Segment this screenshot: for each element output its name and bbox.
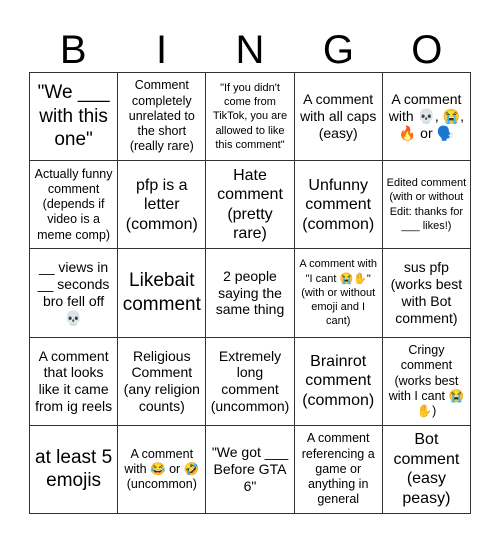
cell-text: A comment with 💀, 😭, 🔥 or 🗣️ [388, 91, 465, 141]
header-letter-n: N [235, 28, 265, 72]
bingo-cell[interactable]: "If you didn't come from TikTok, you are… [206, 73, 295, 162]
bingo-cell[interactable]: Brainrot comment (common) [294, 337, 383, 426]
header-letter-i: I [156, 28, 168, 72]
bingo-cell[interactable]: A comment with "I cant 😭✋" (with or with… [294, 249, 383, 338]
cell-text: A comment that looks like it came from i… [35, 347, 113, 414]
header-letter-g: G [322, 28, 354, 72]
bingo-cell[interactable]: pfp is a letter (common) [118, 161, 207, 250]
cell-text: Extremely long comment (uncommon) [210, 347, 290, 414]
header-letter-b: B [59, 28, 87, 72]
bingo-cell[interactable]: "We ___ with this one" [30, 73, 119, 162]
cell-text: A comment referencing a game or anything… [301, 431, 375, 507]
cell-text: __ views in __ seconds bro fell off 💀 [37, 259, 110, 326]
cell-text: "We ___ with this one" [37, 81, 110, 151]
cell-text: Hate comment (pretty rare) [217, 166, 283, 243]
bingo-cell[interactable]: Comment completely unrelated to the shor… [118, 73, 207, 162]
bingo-cell[interactable]: A comment with all caps (easy) [294, 73, 383, 162]
bingo-cell[interactable]: Extremely long comment (uncommon) [206, 337, 295, 426]
bingo-cell[interactable]: Actually funny comment (depends if video… [30, 161, 119, 250]
bingo-cell[interactable]: sus pfp (works best with Bot comment) [382, 249, 471, 338]
bingo-cell[interactable]: Edited comment (with or without Edit: th… [382, 161, 471, 250]
cell-text: Unfunny comment (common) [302, 176, 375, 233]
cell-text: at least 5 emojis [35, 446, 113, 492]
cell-text: Religious Comment (any religion counts) [123, 347, 200, 414]
bingo-cell[interactable]: A comment with 💀, 😭, 🔥 or 🗣️ [382, 73, 471, 162]
cell-text: Likebait comment [122, 270, 201, 315]
cell-text: 2 people saying the same thing [215, 267, 285, 318]
bingo-header: B I N G O [29, 28, 471, 72]
cell-text: pfp is a letter (common) [125, 176, 198, 233]
cell-text: "We got ___ Before GTA 6" [211, 444, 289, 494]
bingo-cell[interactable]: Religious Comment (any religion counts) [118, 337, 207, 426]
bingo-cell[interactable]: Hate comment (pretty rare) [206, 161, 295, 250]
bingo-cell[interactable]: A comment with 😂 or 🤣 (uncommon) [118, 425, 207, 514]
bingo-cell[interactable]: Unfunny comment (common) [294, 161, 383, 250]
bingo-cell[interactable]: A comment referencing a game or anything… [294, 425, 383, 514]
bingo-cell[interactable]: __ views in __ seconds bro fell off 💀 [30, 249, 119, 338]
bingo-cell[interactable]: "We got ___ Before GTA 6" [206, 425, 295, 514]
bingo-cell[interactable]: at least 5 emojis [30, 425, 119, 514]
bingo-cell[interactable]: Likebait comment [118, 249, 207, 338]
cell-text: Brainrot comment (common) [302, 352, 375, 409]
cell-text: Bot comment (easy peasy) [393, 431, 460, 507]
cell-text: sus pfp (works best with Bot comment) [390, 259, 463, 326]
bingo-cell[interactable]: A comment that looks like it came from i… [30, 337, 119, 426]
bingo-cell[interactable]: 2 people saying the same thing [206, 249, 295, 338]
cell-text: Actually funny comment (depends if video… [34, 166, 113, 242]
cell-text: A comment with all caps (easy) [300, 91, 377, 141]
cell-text: Cringy comment (works best with I cant 😭… [388, 343, 465, 419]
bingo-cell[interactable]: Cringy comment (works best with I cant 😭… [382, 337, 471, 426]
bingo-cell[interactable]: Bot comment (easy peasy) [382, 425, 471, 514]
cell-text: A comment with "I cant 😭✋" (with or with… [299, 258, 378, 328]
bingo-card-grid: "We ___ with this one" Comment completel… [29, 72, 471, 514]
cell-text: Edited comment (with or without Edit: th… [386, 177, 467, 233]
cell-text: "If you didn't come from TikTok, you are… [212, 81, 288, 152]
cell-text: A comment with 😂 or 🤣 (uncommon) [124, 446, 200, 492]
header-letter-o: O [411, 28, 443, 72]
cell-text: Comment completely unrelated to the shor… [128, 78, 195, 154]
